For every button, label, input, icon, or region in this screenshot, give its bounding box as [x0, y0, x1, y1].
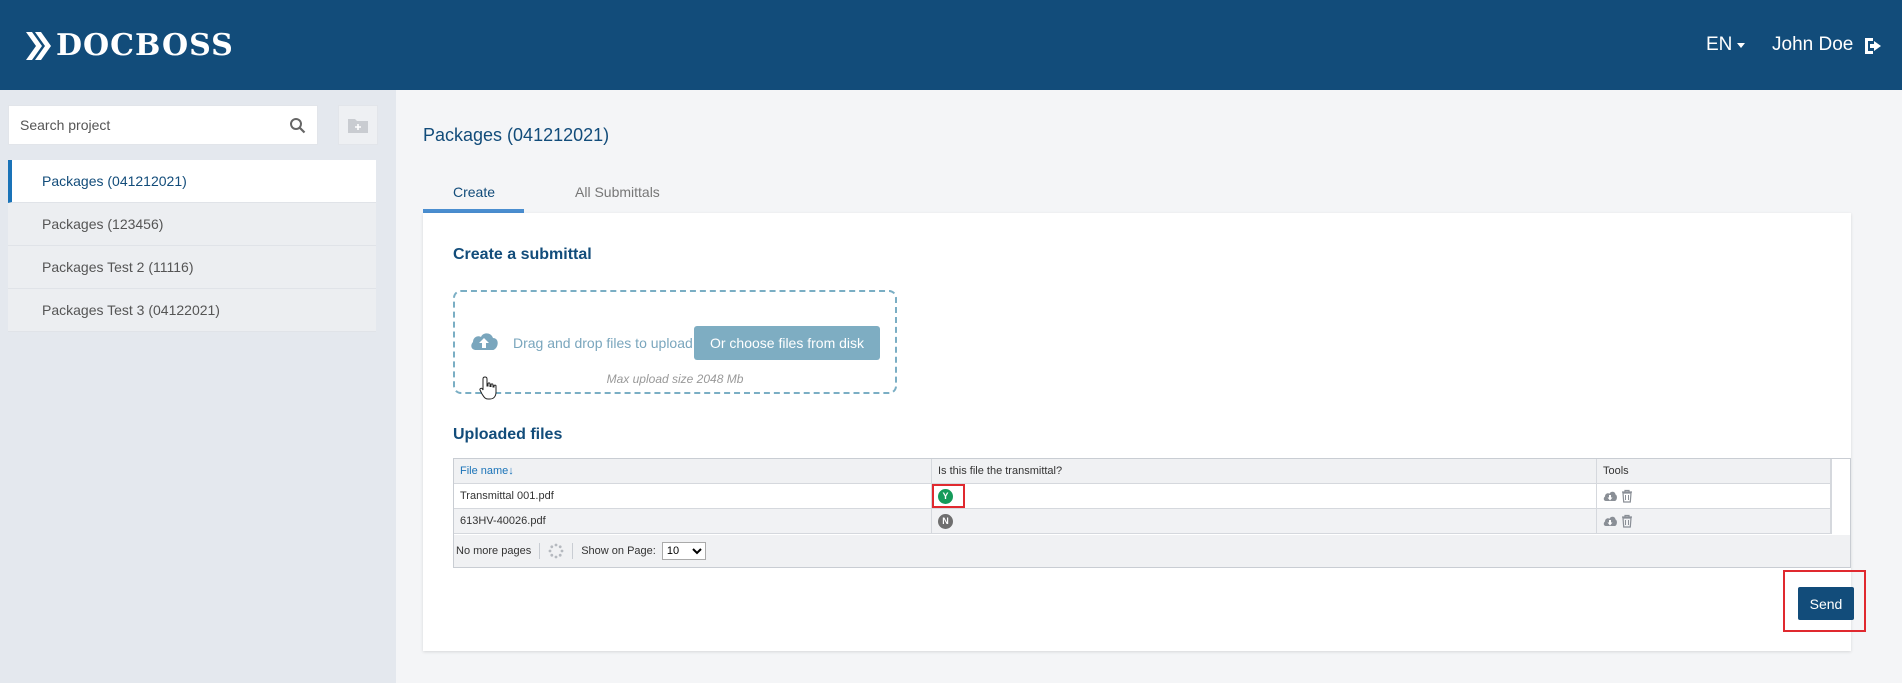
pager-divider — [572, 543, 574, 559]
tab-all-submittals[interactable]: All Submittals — [524, 178, 660, 213]
create-submittal-card: Create a submittal Drag and drop files t… — [423, 213, 1866, 651]
grid-scrollbar[interactable] — [1831, 459, 1850, 534]
trash-icon[interactable] — [1620, 514, 1634, 528]
choose-files-button[interactable]: Or choose files from disk — [694, 326, 880, 360]
highlight-box — [932, 484, 965, 508]
pager-divider — [539, 543, 541, 559]
trash-icon[interactable] — [1620, 489, 1634, 503]
hand-pointer-icon — [479, 376, 497, 400]
tab-bar: Create All Submittals — [423, 178, 660, 213]
tools-cell — [1597, 484, 1831, 508]
search-project-input[interactable] — [20, 117, 280, 133]
project-list: Packages (041212021) Packages (123456) P… — [8, 160, 376, 332]
create-submittal-title: Create a submittal — [453, 246, 592, 263]
column-header-tools: Tools — [1597, 459, 1831, 483]
project-item-label: Packages (041212021) — [42, 173, 187, 189]
top-bar: DOCBOSS EN John Doe — [0, 0, 1902, 90]
logout-icon[interactable] — [1862, 35, 1884, 57]
column-header-transmittal[interactable]: Is this file the transmittal? — [932, 459, 1597, 483]
add-folder-button[interactable] — [338, 105, 378, 145]
max-upload-size: Max upload size 2048 Mb — [606, 372, 744, 386]
cloud-upload-icon — [471, 333, 498, 350]
file-dropzone[interactable]: Drag and drop files to upload Or choose … — [453, 290, 897, 400]
search-icon[interactable] — [289, 117, 306, 134]
pager-status: No more pages — [456, 545, 532, 557]
tab-create[interactable]: Create — [423, 178, 524, 213]
transmittal-no-badge[interactable]: N — [938, 514, 953, 529]
user-name[interactable]: John Doe — [1772, 34, 1853, 56]
cloud-download-icon[interactable] — [1603, 489, 1617, 503]
project-item-packages-041212021[interactable]: Packages (041212021) — [8, 160, 376, 203]
page-size-select[interactable]: 10 — [661, 542, 706, 560]
language-selector[interactable]: EN — [1706, 34, 1746, 56]
uploaded-files-grid: File name↓ Is this file the transmittal?… — [453, 458, 1851, 568]
transmittal-cell: N — [932, 509, 1597, 533]
show-on-page-label: Show on Page: — [581, 545, 656, 557]
project-item-packages-test-3[interactable]: Packages Test 3 (04122021) — [8, 289, 376, 332]
table-row[interactable]: 613HV-40026.pdf N — [454, 509, 1831, 534]
docboss-logo[interactable]: DOCBOSS — [24, 28, 234, 63]
column-header-label: File name — [460, 465, 509, 477]
uploaded-files-title: Uploaded files — [453, 426, 563, 443]
file-name-cell: 613HV-40026.pdf — [454, 509, 932, 533]
table-row[interactable]: Transmittal 001.pdf Y — [454, 484, 1831, 509]
page-title: Packages (041212021) — [423, 125, 610, 145]
search-project-box — [8, 105, 318, 145]
file-name-cell: Transmittal 001.pdf — [454, 484, 932, 508]
column-header-file-name[interactable]: File name↓ — [454, 459, 932, 483]
grid-header-row: File name↓ Is this file the transmittal?… — [454, 459, 1831, 484]
language-label: EN — [1706, 34, 1733, 55]
cloud-download-icon[interactable] — [1603, 514, 1617, 528]
project-item-packages-123456[interactable]: Packages (123456) — [8, 203, 376, 246]
brand-name: DOCBOSS — [56, 28, 234, 63]
project-item-label: Packages (123456) — [42, 216, 164, 232]
project-item-label: Packages Test 3 (04122021) — [42, 302, 220, 318]
sidebar: Packages (041212021) Packages (123456) P… — [0, 90, 396, 683]
drag-drop-text: Drag and drop files to upload — [513, 335, 693, 351]
add-folder-icon — [348, 119, 368, 133]
project-item-label: Packages Test 2 (11116) — [42, 259, 194, 275]
logo-chevrons-icon — [26, 31, 51, 60]
send-button[interactable]: Send — [1798, 587, 1854, 620]
tools-cell — [1597, 509, 1831, 533]
send-highlight-box: Send — [1783, 570, 1866, 632]
caret-down-icon — [1737, 42, 1746, 48]
transmittal-cell: Y — [932, 484, 1597, 508]
grid-pager: No more pages Show on Page: 10 — [454, 535, 1850, 567]
project-item-packages-test-2[interactable]: Packages Test 2 (11116) — [8, 246, 376, 289]
refresh-spinner-icon[interactable] — [548, 543, 564, 559]
sort-down-icon: ↓ — [508, 465, 514, 477]
